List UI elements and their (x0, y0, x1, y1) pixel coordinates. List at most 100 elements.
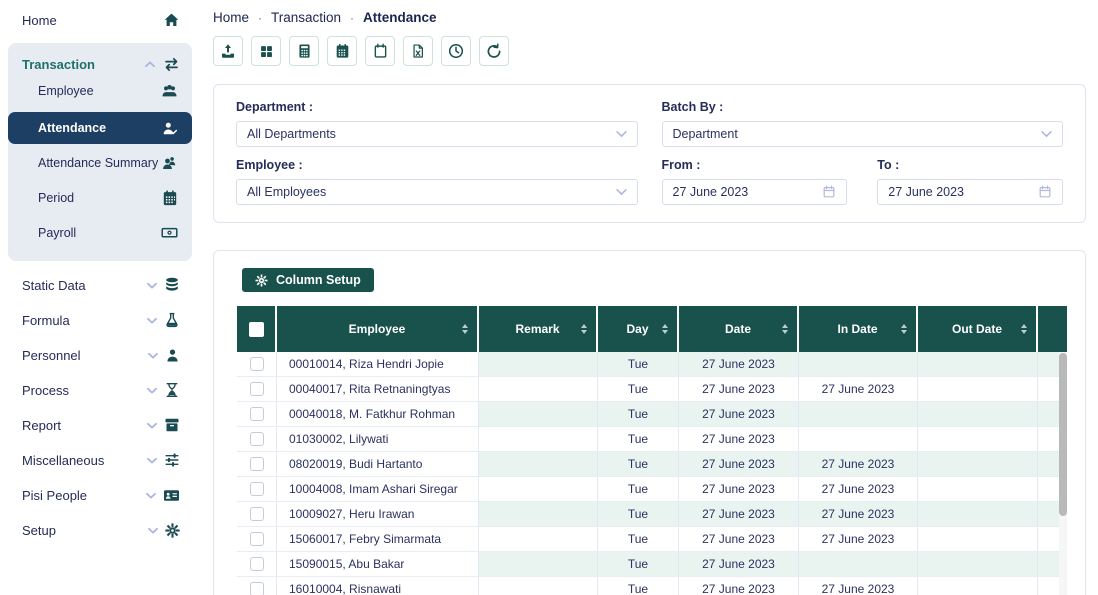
cell-date: 27 June 2023 (679, 427, 799, 451)
cell-remark (479, 352, 598, 376)
id-card-icon (163, 488, 180, 503)
row-checkbox[interactable] (250, 457, 264, 471)
row-checkbox[interactable] (250, 582, 264, 595)
upload-button[interactable] (213, 36, 243, 66)
sidebar-item-formula[interactable]: Formula (0, 308, 200, 332)
header-cell-day[interactable]: Day (598, 306, 679, 352)
cell-employee: 01030002, Lilywati (277, 427, 479, 451)
clock-button[interactable] (441, 36, 471, 66)
department-select[interactable]: All Departments (236, 121, 638, 147)
upload-icon (220, 43, 236, 59)
sidebar-item-static-data[interactable]: Static Data (0, 273, 200, 297)
row-checkbox[interactable] (250, 482, 264, 496)
transfer-icon (163, 57, 180, 72)
row-checkbox[interactable] (250, 532, 264, 546)
cell-date: 27 June 2023 (679, 377, 799, 401)
header-cell-in-date[interactable]: In Date (799, 306, 918, 352)
table-body: 00010014, Riza Hendri Jopie Tue 27 June … (237, 352, 1059, 595)
archive-icon (164, 417, 180, 433)
sidebar-item-miscellaneous[interactable]: Miscellaneous (0, 448, 200, 472)
table-header-row: Employee Remark Day Date (237, 306, 1067, 352)
row-checkbox[interactable] (250, 382, 264, 396)
row-checkbox[interactable] (250, 432, 264, 446)
grid-view-button[interactable] (251, 36, 281, 66)
chevron-down-icon (616, 188, 627, 196)
cell-checkbox (237, 527, 277, 551)
table-row: 10004008, Imam Ashari Siregar Tue 27 Jun… (237, 477, 1059, 502)
sort-icon[interactable] (662, 324, 668, 334)
row-checkbox[interactable] (250, 357, 264, 371)
row-checkbox[interactable] (250, 407, 264, 421)
export-excel-button[interactable] (403, 36, 433, 66)
department-select-value: All Departments (247, 127, 336, 141)
cell-out-date (918, 477, 1038, 501)
sidebar-item-attendance[interactable]: Attendance (8, 112, 192, 144)
sidebar-item-payroll[interactable]: Payroll (8, 219, 192, 246)
sidebar-item-setup[interactable]: Setup (0, 518, 200, 542)
chevron-down-icon (146, 492, 156, 499)
sidebar-item-transaction[interactable]: Transaction (8, 51, 192, 77)
header-cell-out-date[interactable]: Out Date (918, 306, 1038, 352)
chevron-down-icon (147, 282, 157, 289)
sidebar-item-period[interactable]: Period (8, 184, 192, 211)
column-header-label: Day (626, 322, 648, 336)
header-cell-date[interactable]: Date (679, 306, 799, 352)
cell-out-date (918, 527, 1038, 551)
cell-remark (479, 427, 598, 451)
breadcrumb-separator: · (258, 11, 262, 25)
sort-icon[interactable] (901, 324, 907, 334)
cell-day: Tue (598, 352, 679, 376)
cell-remark (479, 527, 598, 551)
column-setup-button[interactable]: Column Setup (242, 268, 374, 292)
header-cell-remark[interactable]: Remark (479, 306, 598, 352)
sidebar-item-report[interactable]: Report (0, 413, 200, 437)
sidebar-item-label: Pisi People (22, 488, 146, 503)
to-date-input[interactable]: 27 June 2023 (877, 179, 1063, 205)
cell-in-date: 27 June 2023 (799, 527, 918, 551)
calendar-outline-button[interactable] (365, 36, 395, 66)
row-checkbox[interactable] (250, 557, 264, 571)
table-scrollbar-thumb[interactable] (1059, 353, 1067, 516)
chevron-down-icon (616, 130, 627, 138)
select-all-checkbox[interactable] (249, 322, 264, 337)
sort-icon[interactable] (462, 324, 468, 334)
cell-employee: 00040017, Rita Retnaningtyas (277, 377, 479, 401)
calculator-icon (297, 43, 312, 59)
header-cell-checkbox (237, 306, 277, 352)
flask-icon (164, 312, 180, 328)
date-range-group: From : 27 June 2023 To : 27 June 2023 (662, 158, 1064, 205)
from-date-input[interactable]: 27 June 2023 (662, 179, 848, 205)
sidebar-item-label: Miscellaneous (22, 453, 147, 468)
cell-checkbox (237, 377, 277, 401)
header-cell-employee[interactable]: Employee (277, 306, 479, 352)
sidebar-item-label: Process (22, 383, 147, 398)
batch-by-select[interactable]: Department (662, 121, 1064, 147)
cell-checkbox (237, 502, 277, 526)
cell-date: 27 June 2023 (679, 552, 799, 576)
breadcrumb-transaction[interactable]: Transaction (271, 10, 341, 25)
cell-employee: 15060017, Febry Simarmata (277, 527, 479, 551)
breadcrumb-home[interactable]: Home (213, 10, 249, 25)
cell-out-date (918, 552, 1038, 576)
gear-icon (255, 274, 268, 287)
cell-date: 27 June 2023 (679, 502, 799, 526)
sort-icon[interactable] (1021, 324, 1027, 334)
cell-checkbox (237, 427, 277, 451)
sidebar-item-home[interactable]: Home (0, 8, 200, 32)
undo-button[interactable] (479, 36, 509, 66)
cell-in-date: 27 June 2023 (799, 377, 918, 401)
row-checkbox[interactable] (250, 507, 264, 521)
cell-out-date (918, 402, 1038, 426)
sidebar-item-process[interactable]: Process (0, 378, 200, 402)
sidebar-item-employee[interactable]: Employee (8, 77, 192, 104)
sort-icon[interactable] (581, 324, 587, 334)
sidebar-item-personnel[interactable]: Personnel (0, 343, 200, 367)
sort-icon[interactable] (782, 324, 788, 334)
calculator-button[interactable] (289, 36, 319, 66)
sidebar-item-attendance-summary[interactable]: Attendance Summary (8, 149, 192, 176)
sidebar-item-pisi-people[interactable]: Pisi People (0, 483, 200, 507)
calendar-filled-button[interactable] (327, 36, 357, 66)
sidebar-item-label: Static Data (22, 278, 147, 293)
employee-select[interactable]: All Employees (236, 179, 638, 205)
table-scrollbar[interactable] (1059, 352, 1067, 595)
